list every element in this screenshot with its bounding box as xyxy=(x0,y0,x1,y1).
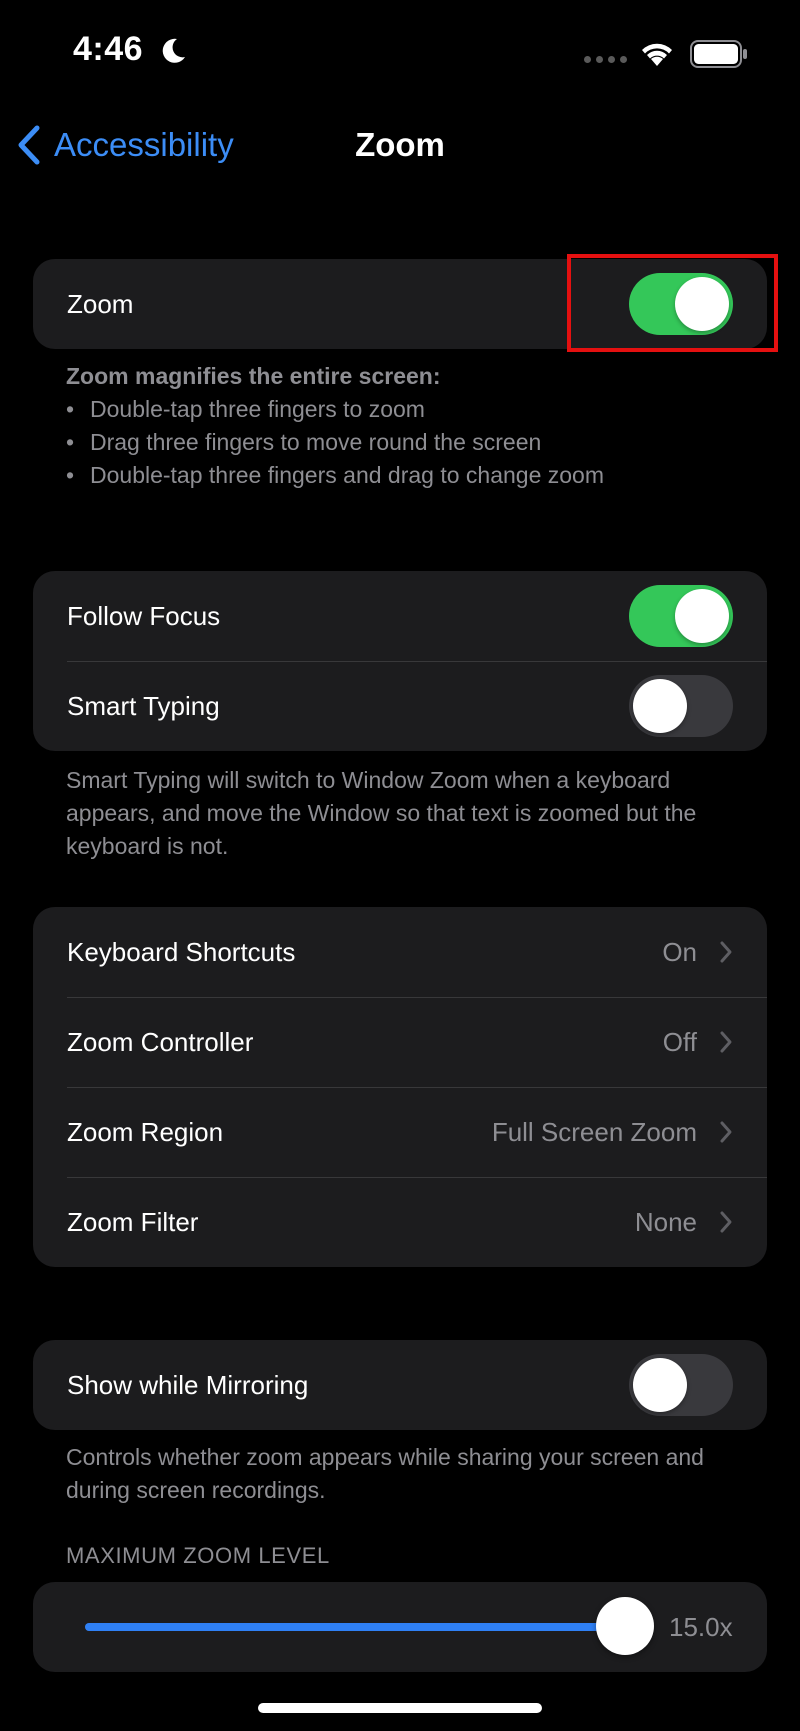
battery-icon xyxy=(690,40,747,68)
zoom-region-row[interactable]: Zoom Region Full Screen Zoom xyxy=(33,1087,767,1177)
mirroring-label: Show while Mirroring xyxy=(67,1369,309,1400)
zoom-toggle[interactable] xyxy=(629,273,733,335)
smart-typing-row: Smart Typing xyxy=(33,661,767,751)
footnote-title: Zoom magnifies the entire screen: xyxy=(66,363,441,389)
footnote-bullet: • Double-tap three fingers and drag to ch… xyxy=(66,462,604,488)
max-zoom-value: 15.0x xyxy=(669,1611,733,1642)
home-indicator xyxy=(258,1703,542,1713)
zoom-controller-row[interactable]: Zoom Controller Off xyxy=(33,997,767,1087)
row-label: Zoom Region xyxy=(67,1116,224,1147)
row-label: Zoom Controller xyxy=(67,1026,254,1057)
options-group: Keyboard Shortcuts On Zoom Controller Of… xyxy=(33,907,767,1267)
zoom-label: Zoom xyxy=(67,288,134,319)
mirroring-toggle[interactable] xyxy=(629,1354,733,1416)
row-value: Off xyxy=(662,1026,697,1057)
keyboard-shortcuts-row[interactable]: Keyboard Shortcuts On xyxy=(33,907,767,997)
wifi-icon xyxy=(642,43,672,66)
zoom-group: Zoom xyxy=(33,259,767,349)
max-zoom-header: MAXIMUM ZOOM LEVEL xyxy=(66,1543,330,1568)
footnote-bullet: • Double-tap three fingers to zoom xyxy=(66,396,425,422)
row-value: None xyxy=(634,1206,697,1237)
chevron-right-icon xyxy=(720,941,732,963)
mirroring-footnote: Controls whether zoom appears while shar… xyxy=(66,1444,704,1503)
zoom-footnote: Zoom magnifies the entire screen: • Doubl… xyxy=(66,360,766,492)
footnote-bullet: • Drag three fingers to move round the sc… xyxy=(66,429,542,455)
navigation-bar: Accessibility Zoom xyxy=(0,110,800,180)
toggle-knob xyxy=(675,277,729,331)
chevron-right-icon xyxy=(720,1121,732,1143)
row-label: Zoom Filter xyxy=(67,1206,199,1237)
follow-focus-row: Follow Focus xyxy=(33,571,767,661)
zoom-settings-screen: 4:46 Accessibility Zoom Zoom Zoom magnif… xyxy=(0,0,800,1731)
follow-focus-toggle[interactable] xyxy=(629,585,733,647)
page-title: Zoom xyxy=(355,126,445,163)
toggle-knob xyxy=(675,589,729,643)
max-zoom-group: 15.0x xyxy=(33,1582,767,1672)
zoom-row: Zoom xyxy=(33,259,767,349)
smart-typing-footnote: Smart Typing will switch to Window Zoom … xyxy=(66,767,697,859)
row-value: Full Screen Zoom xyxy=(491,1116,697,1147)
slider-thumb[interactable] xyxy=(596,1597,654,1655)
toggle-knob xyxy=(633,1358,687,1412)
zoom-filter-row[interactable]: Zoom Filter None xyxy=(33,1177,767,1267)
focus-group: Follow Focus Smart Typing xyxy=(33,571,767,751)
max-zoom-slider[interactable] xyxy=(85,1597,654,1655)
cellular-icon xyxy=(584,56,627,63)
show-while-mirroring-row: Show while Mirroring xyxy=(33,1340,767,1430)
follow-focus-label: Follow Focus xyxy=(67,600,221,631)
toggle-knob xyxy=(633,679,687,733)
smart-typing-toggle[interactable] xyxy=(629,675,733,737)
moon-icon xyxy=(162,38,185,63)
smart-typing-label: Smart Typing xyxy=(67,690,220,721)
slider-fill xyxy=(85,1623,625,1631)
status-bar: 4:46 xyxy=(0,0,800,110)
chevron-right-icon xyxy=(720,1031,732,1053)
row-value: On xyxy=(662,936,697,967)
row-label: Keyboard Shortcuts xyxy=(67,936,296,967)
chevron-right-icon xyxy=(720,1211,732,1233)
mirroring-group: Show while Mirroring xyxy=(33,1340,767,1430)
status-time: 4:46 xyxy=(73,30,144,68)
max-zoom-slider-row: 15.0x xyxy=(33,1582,767,1672)
